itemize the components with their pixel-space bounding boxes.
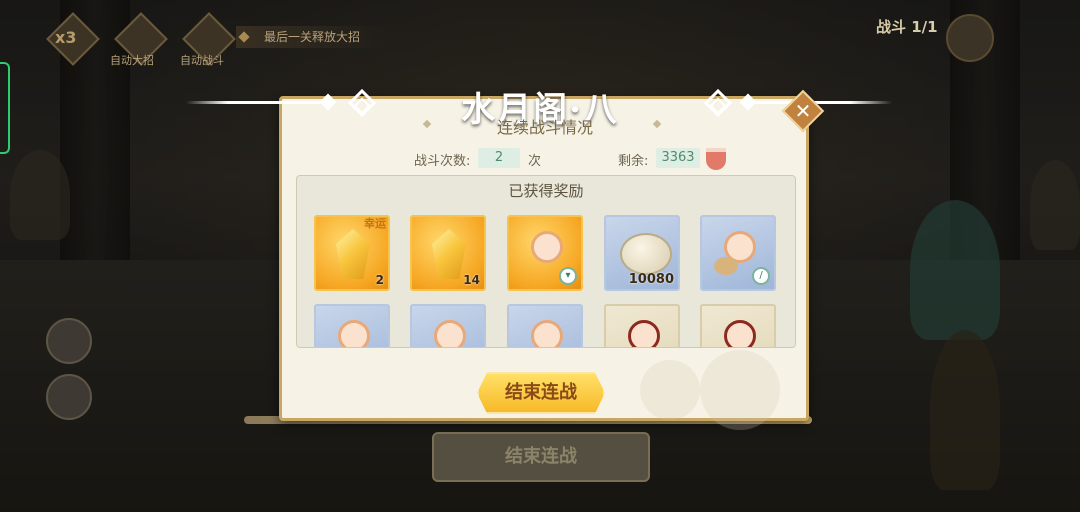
character-portrait-icon bbox=[628, 320, 660, 347]
battle-count-label: 战斗次数: bbox=[414, 154, 471, 169]
speed-label: x3 bbox=[55, 28, 77, 47]
battle-count-unit: 次 bbox=[528, 154, 542, 169]
reward-item[interactable] bbox=[410, 304, 486, 347]
spoon-icon: / bbox=[752, 267, 770, 285]
rice-bowl-icon bbox=[706, 148, 726, 170]
background-end-battle-button: 结束连战 bbox=[432, 432, 650, 482]
rewards-title: 已获得奖励 bbox=[508, 182, 584, 200]
team-icon[interactable] bbox=[46, 318, 92, 364]
reward-item[interactable]: ▾ bbox=[507, 215, 583, 291]
reward-item[interactable]: / bbox=[700, 215, 776, 291]
gold-gem-icon bbox=[432, 229, 466, 279]
reward-item[interactable] bbox=[700, 304, 776, 347]
title-line-right bbox=[752, 101, 892, 104]
reward-item[interactable]: 幸运 2 bbox=[314, 215, 390, 291]
chat-bubble-icon[interactable] bbox=[46, 374, 92, 420]
lucky-tag: 幸运 bbox=[364, 217, 386, 230]
character-portrait-icon bbox=[531, 231, 563, 263]
battle-progress-value: 1/1 bbox=[911, 18, 938, 36]
character-portrait-icon bbox=[531, 320, 563, 347]
reward-count: 14 bbox=[463, 273, 480, 287]
reward-item[interactable]: 10080 bbox=[604, 215, 680, 291]
remaining-label: 剩余: bbox=[618, 154, 649, 169]
reward-item[interactable] bbox=[507, 304, 583, 347]
battle-count-value: 2 bbox=[478, 148, 520, 168]
reward-count: 10080 bbox=[628, 272, 674, 287]
side-panel-tab[interactable] bbox=[0, 62, 10, 154]
shell-currency-icon bbox=[620, 233, 672, 275]
spoon-decoration bbox=[714, 257, 738, 275]
battle-progress: 战斗 1/1 bbox=[876, 16, 938, 37]
auto-skill-label: 自动大招 bbox=[110, 54, 154, 67]
gingko-leaf-decoration bbox=[640, 360, 700, 420]
tip-text: 最后一关释放大招 bbox=[264, 30, 361, 44]
remaining-value: 3363 bbox=[656, 148, 700, 168]
gingko-leaf-decoration bbox=[700, 350, 780, 430]
reward-item[interactable] bbox=[604, 304, 680, 347]
character-portrait-icon bbox=[724, 320, 756, 347]
character-portrait-icon bbox=[338, 320, 370, 347]
character-portrait-icon bbox=[434, 320, 466, 347]
reward-item[interactable]: 14 bbox=[410, 215, 486, 291]
close-icon[interactable]: ✕ bbox=[788, 96, 818, 126]
gold-gem-icon bbox=[336, 229, 370, 279]
menu-button[interactable] bbox=[946, 14, 994, 62]
title-line-left bbox=[186, 101, 326, 104]
reward-item[interactable] bbox=[314, 304, 390, 347]
bowl-icon: ▾ bbox=[559, 267, 577, 285]
end-continuous-battle-button[interactable]: 结束连战 bbox=[477, 372, 605, 414]
auto-battle-label: 自动战斗 bbox=[180, 54, 224, 67]
rewards-panel: 已获得奖励 幸运 2 14 ▾ 10080 / bbox=[296, 175, 796, 348]
reward-count: 2 bbox=[375, 273, 384, 287]
dialog-subtitle: 连续战斗情况 bbox=[496, 118, 593, 137]
tip-bar: 最后一关释放大招 bbox=[236, 26, 386, 48]
battle-label: 战斗 bbox=[876, 18, 907, 36]
